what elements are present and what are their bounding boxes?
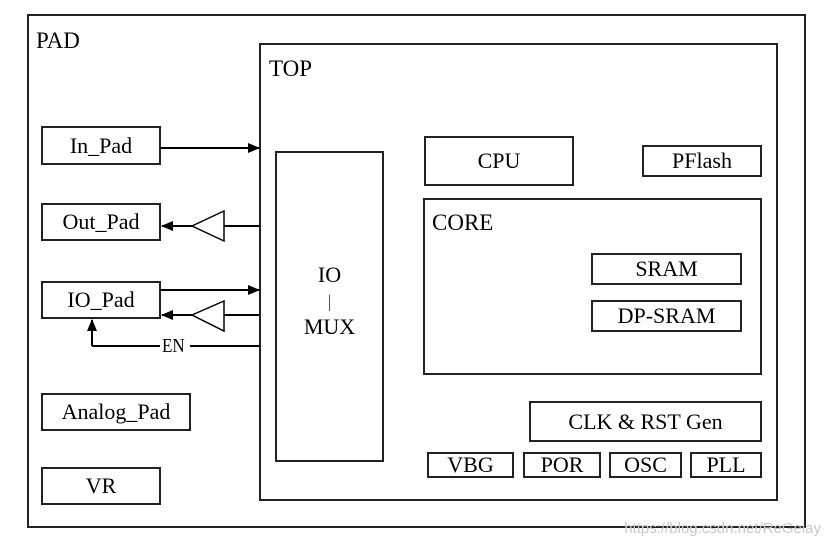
en-label: EN [162, 335, 185, 357]
io-buffer-icon [190, 299, 225, 333]
out-buffer-icon [190, 209, 225, 243]
wiring [87, 143, 260, 347]
watermark: https://blog.csdn.net/ReGeiay [624, 520, 821, 537]
